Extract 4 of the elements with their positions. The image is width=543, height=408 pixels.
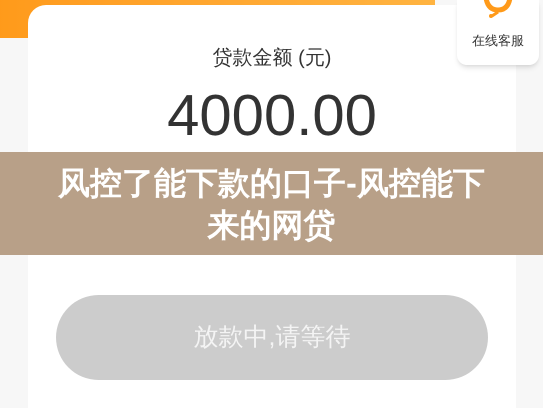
amount-value: 4000.00	[167, 87, 377, 145]
service-button[interactable]: 在线客服	[457, 0, 539, 65]
banner-title: 风控了能下款的口子-风控能下来的网贷	[56, 164, 486, 244]
amount-label: 贷款金额 (元)	[212, 46, 332, 71]
